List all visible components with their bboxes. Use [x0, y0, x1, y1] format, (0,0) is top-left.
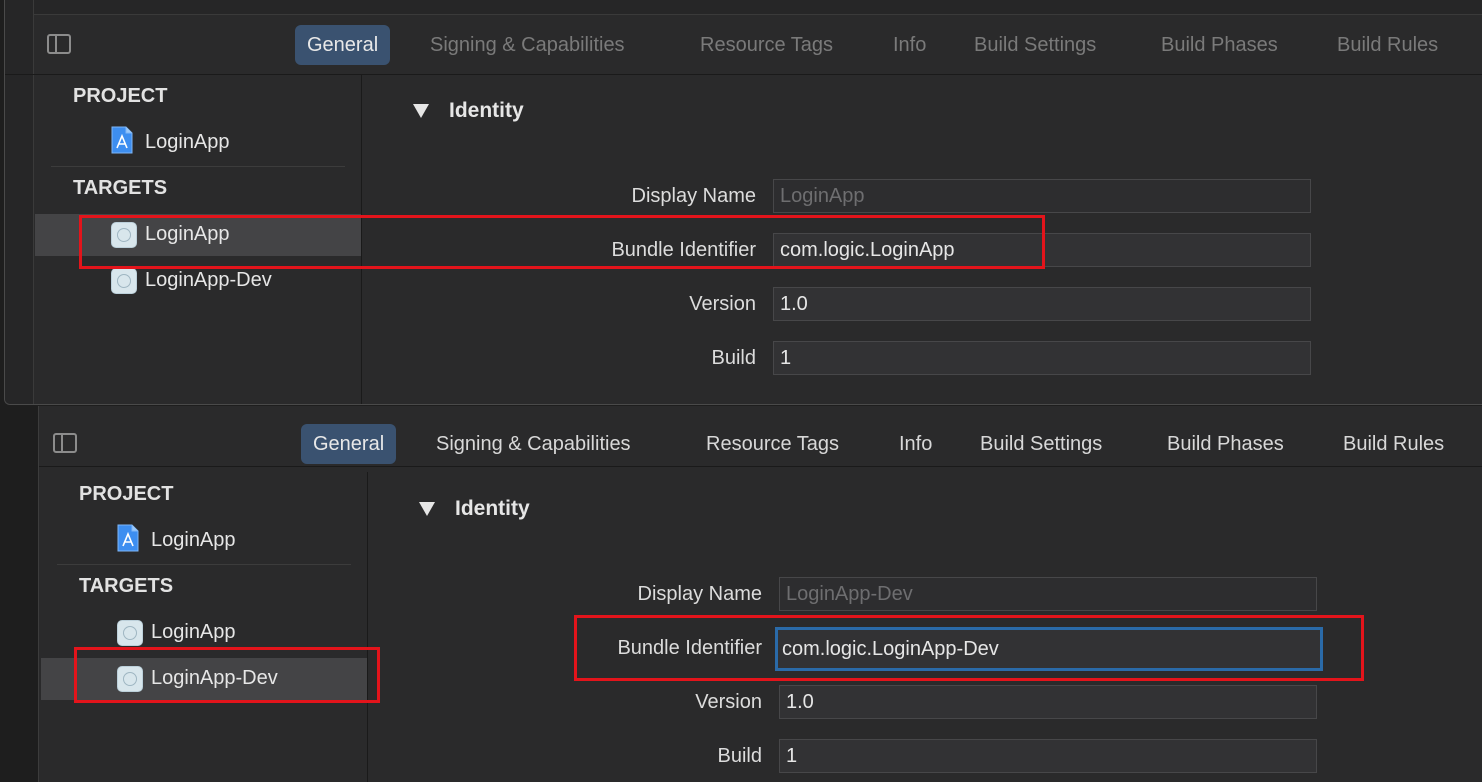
project-target-sidebar: PROJECT LoginApp TARGETS LoginApp LoginA… [41, 472, 368, 782]
display-name-field[interactable]: LoginApp-Dev [779, 577, 1317, 611]
project-file-icon [111, 126, 133, 154]
project-section-header: PROJECT [73, 85, 168, 107]
sidebar-item-label: LoginApp [145, 131, 230, 153]
tab-signing-capabilities[interactable]: Signing & Capabilities [424, 424, 643, 464]
tab-general[interactable]: General [301, 424, 397, 464]
window-top-strip [5, 0, 1482, 15]
build-field[interactable]: 1 [779, 739, 1317, 773]
targets-section-header: TARGETS [79, 575, 174, 597]
sidebar-item-label: LoginApp [151, 621, 236, 643]
tab-signing-capabilities[interactable]: Signing & Capabilities [418, 25, 637, 65]
project-file-icon [117, 524, 139, 552]
version-label: Version [695, 691, 762, 713]
sidebar-toggle-icon[interactable] [53, 433, 77, 453]
tab-general[interactable]: General [295, 25, 391, 65]
sidebar-item-label: LoginApp-Dev [145, 269, 272, 291]
tab-build-settings[interactable]: Build Settings [962, 25, 1108, 65]
tab-build-rules[interactable]: Build Rules [1325, 25, 1450, 65]
project-section-header: PROJECT [79, 483, 174, 505]
tab-bar: General Signing & Capabilities Resource … [39, 406, 1482, 467]
sidebar-divider [57, 564, 351, 565]
tab-resource-tags[interactable]: Resource Tags [694, 424, 851, 464]
editor-panel-loginapp: General Signing & Capabilities Resource … [4, 0, 1482, 405]
display-name-label: Display Name [637, 583, 762, 605]
highlight-box-dev-target [74, 647, 380, 703]
display-name-field[interactable]: LoginApp [773, 179, 1311, 213]
app-target-icon [117, 620, 143, 646]
build-label: Build [711, 347, 756, 369]
tab-build-settings[interactable]: Build Settings [968, 424, 1114, 464]
sidebar-item-project-loginapp[interactable]: LoginApp [35, 122, 361, 164]
tab-build-phases[interactable]: Build Phases [1149, 25, 1290, 65]
highlight-box-dev-bundle [574, 615, 1364, 681]
targets-section-header: TARGETS [73, 177, 168, 199]
tab-resource-tags[interactable]: Resource Tags [688, 25, 845, 65]
identity-section-title: Identity [455, 497, 530, 520]
tab-info[interactable]: Info [887, 424, 944, 464]
identity-section-title: Identity [449, 99, 524, 122]
sidebar-divider [51, 166, 345, 167]
version-field[interactable]: 1.0 [779, 685, 1317, 719]
sidebar-item-project-loginapp[interactable]: LoginApp [41, 520, 367, 562]
build-field[interactable]: 1 [773, 341, 1311, 375]
highlight-box-loginapp-bundle [79, 215, 1045, 269]
disclosure-triangle-icon[interactable] [413, 104, 429, 118]
editor-panel-loginapp-dev: General Signing & Capabilities Resource … [38, 406, 1482, 782]
version-field[interactable]: 1.0 [773, 287, 1311, 321]
build-label: Build [717, 745, 762, 767]
display-name-label: Display Name [631, 185, 756, 207]
tab-info[interactable]: Info [881, 25, 938, 65]
version-label: Version [689, 293, 756, 315]
app-target-icon [111, 268, 137, 294]
tab-build-phases[interactable]: Build Phases [1155, 424, 1296, 464]
sidebar-toggle-icon[interactable] [47, 34, 71, 54]
tab-bar: General Signing & Capabilities Resource … [5, 14, 1482, 75]
tab-build-rules[interactable]: Build Rules [1331, 424, 1456, 464]
sidebar-item-label: LoginApp [151, 529, 236, 551]
disclosure-triangle-icon[interactable] [419, 502, 435, 516]
